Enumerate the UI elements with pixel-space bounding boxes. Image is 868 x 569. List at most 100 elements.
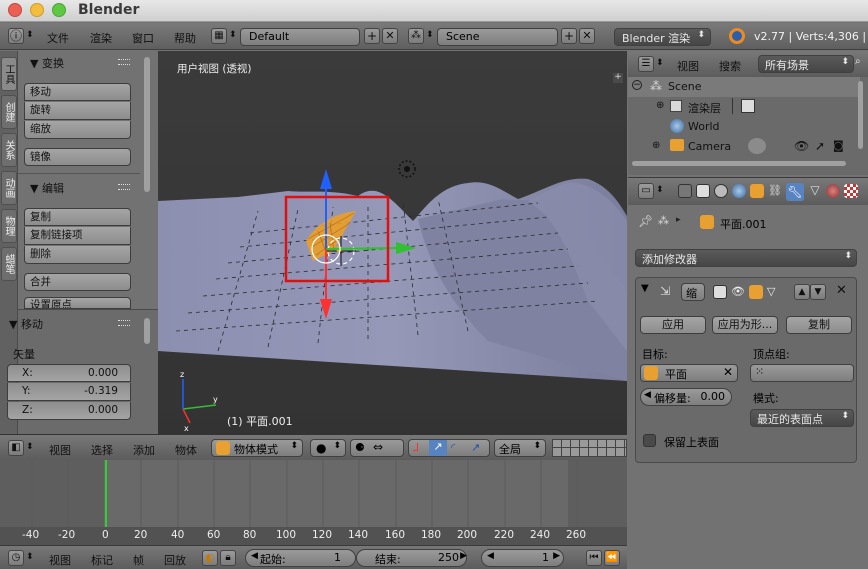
transform-orientation-select[interactable]: 全局 ⬍ bbox=[494, 439, 546, 457]
tab-relations[interactable]: 关系 bbox=[1, 133, 17, 167]
keep-above-surface-checkbox[interactable] bbox=[643, 434, 656, 447]
collapse-icon[interactable]: − bbox=[632, 80, 642, 90]
pin-icon[interactable]: 📌︎ bbox=[638, 214, 653, 228]
outliner-editor-type-button[interactable]: ☰ bbox=[638, 56, 654, 72]
tab-animation[interactable]: 动画 bbox=[1, 171, 17, 205]
layer-buttons[interactable] bbox=[552, 439, 627, 457]
start-frame-field[interactable]: ◀ 起始: 1 bbox=[245, 549, 356, 567]
duplicate-linked-button[interactable]: 复制链接项 bbox=[24, 227, 131, 245]
render-layers-tab-icon[interactable] bbox=[696, 184, 710, 198]
move-up-button[interactable]: ▲ bbox=[794, 284, 810, 300]
record-icon[interactable]: ◐ bbox=[202, 550, 218, 566]
remove-modifier-button[interactable]: ✕ bbox=[836, 283, 847, 298]
viewport-shading-select[interactable]: ● ⬍ bbox=[310, 439, 346, 457]
end-frame-field[interactable]: 结束: 250 ▶ bbox=[356, 549, 467, 567]
material-tab-icon[interactable] bbox=[826, 184, 840, 198]
expand-icon[interactable]: ⊕ bbox=[652, 140, 660, 151]
menu-select[interactable]: 选择 bbox=[91, 442, 113, 458]
modifier-wrench-icon[interactable]: 🔧︎ bbox=[786, 183, 804, 201]
display-mode-select[interactable]: 所有场景 ⬍ bbox=[758, 55, 854, 73]
constraints-tab-icon[interactable]: ⛓ bbox=[768, 184, 782, 198]
drag-handle-icon[interactable] bbox=[118, 59, 130, 65]
lock-icon[interactable]: 🔒︎ bbox=[220, 550, 236, 566]
viewport-scene[interactable]: z y x bbox=[158, 51, 627, 434]
apply-button[interactable]: 应用 bbox=[640, 316, 706, 334]
wrap-mode-select[interactable]: 最近的表面点 ⬍ bbox=[750, 409, 854, 427]
operator-panel-scrollbar[interactable] bbox=[144, 318, 150, 344]
3d-viewport[interactable]: z y x 用户视图 (透视) (1) 平面.001 + bbox=[158, 51, 627, 434]
timeline-editor-type-button[interactable]: ◷ bbox=[8, 550, 24, 566]
modifier-name-field[interactable]: 缩 bbox=[681, 283, 705, 301]
render-tab-icon[interactable] bbox=[678, 184, 692, 198]
set-origin-select[interactable]: 设置原点 bbox=[24, 297, 131, 309]
operator-panel-title[interactable]: ▼ 移动 bbox=[9, 316, 43, 332]
outliner-item-scene[interactable]: − ⁂ Scene bbox=[628, 77, 860, 97]
add-modifier-select[interactable]: 添加修改器 ⬍ bbox=[635, 249, 857, 267]
tab-grease-pencil[interactable]: 蜡笔 bbox=[1, 247, 17, 281]
move-button[interactable]: 移动 bbox=[24, 83, 131, 101]
drag-handle-icon[interactable] bbox=[118, 184, 130, 190]
add-scene-button[interactable]: + bbox=[561, 28, 577, 44]
manipulator-toggles[interactable]: ⅃ ↗ ◜ ↗ bbox=[408, 439, 490, 457]
rotate-button[interactable]: 旋转 bbox=[24, 102, 131, 120]
outliner-item-render-layers[interactable]: ⊕ 渲染层 bbox=[628, 97, 860, 117]
tab-tools[interactable]: 工具 bbox=[1, 57, 17, 91]
copy-modifier-button[interactable]: 复制 bbox=[786, 316, 852, 334]
info-editor-type-button[interactable]: ⓘ bbox=[8, 28, 24, 44]
edit-mode-toggle-icon[interactable] bbox=[749, 285, 763, 299]
duplicate-button[interactable]: 复制 bbox=[24, 208, 131, 226]
eye-icon[interactable]: 👁︎ bbox=[794, 139, 809, 153]
cursor-icon[interactable]: ➚ bbox=[815, 139, 825, 153]
menu-file[interactable]: 文件 bbox=[47, 30, 69, 46]
delete-button[interactable]: 删除 bbox=[24, 246, 131, 264]
render-camera-icon[interactable]: ◙ bbox=[833, 139, 844, 152]
scale-button[interactable]: 缩放 bbox=[24, 121, 131, 139]
screen-layout-icon[interactable]: ▦ bbox=[211, 28, 227, 44]
outliner-h-scrollbar[interactable] bbox=[632, 161, 846, 166]
jump-to-keyframe-button[interactable]: ⏪ bbox=[604, 550, 620, 566]
world-tab-icon[interactable] bbox=[732, 184, 746, 198]
menu-frame[interactable]: 帧 bbox=[133, 552, 144, 568]
join-button[interactable]: 合并 bbox=[24, 273, 131, 291]
menu-add[interactable]: 添加 bbox=[133, 442, 155, 458]
remove-scene-button[interactable]: ✕ bbox=[579, 28, 595, 44]
properties-editor-type-button[interactable]: ▭ bbox=[638, 183, 654, 199]
menu-playback[interactable]: 回放 bbox=[164, 552, 186, 568]
collapse-arrow-icon[interactable]: ▼ bbox=[641, 283, 649, 294]
scene-icon[interactable]: ⁂ bbox=[408, 28, 424, 44]
search-icon[interactable]: ⌕ bbox=[855, 56, 867, 72]
texture-tab-icon[interactable] bbox=[844, 184, 858, 198]
menu-marker[interactable]: 标记 bbox=[91, 552, 113, 568]
timeline-ruler[interactable]: -40 -20 0 20 40 60 80 100 120 140 160 18… bbox=[0, 527, 627, 545]
jump-to-start-button[interactable]: ⏮ bbox=[586, 550, 602, 566]
edit-panel-title[interactable]: ▼ 编辑 bbox=[30, 180, 64, 196]
menu-timeline-view[interactable]: 视图 bbox=[49, 552, 71, 568]
outliner-item-camera[interactable]: ⊕ Camera 👁︎ ➚ ◙ bbox=[628, 137, 860, 157]
plus-icon[interactable]: + bbox=[613, 73, 623, 83]
outliner-v-scrollbar[interactable] bbox=[858, 81, 863, 149]
drag-handle-icon[interactable] bbox=[118, 320, 130, 326]
vector-x-field[interactable]: X: 0.000 bbox=[7, 364, 131, 382]
object-tab-icon[interactable] bbox=[750, 184, 764, 198]
render-toggle-icon[interactable] bbox=[713, 285, 727, 299]
menu-window[interactable]: 窗口 bbox=[132, 30, 154, 46]
menu-view[interactable]: 视图 bbox=[49, 442, 71, 458]
menu-object[interactable]: 物体 bbox=[175, 442, 197, 458]
target-object-field[interactable]: 平面 ✕ bbox=[640, 364, 738, 382]
pivot-point-select[interactable]: ⚈ ⇔ bbox=[350, 439, 404, 457]
clear-icon[interactable]: ✕ bbox=[723, 365, 733, 379]
vertex-group-field[interactable]: ⁙ bbox=[750, 364, 854, 382]
offset-field[interactable]: ◀ 偏移量: 0.00 bbox=[640, 388, 732, 406]
tool-shelf-scrollbar[interactable] bbox=[144, 57, 150, 192]
outliner-item-world[interactable]: World bbox=[628, 117, 860, 137]
expand-icon[interactable]: ⊕ bbox=[656, 100, 664, 111]
scene-tab-icon[interactable] bbox=[714, 184, 728, 198]
scene-field[interactable]: Scene bbox=[437, 28, 558, 46]
vector-z-field[interactable]: Z: 0.000 bbox=[7, 402, 131, 420]
add-screen-button[interactable]: + bbox=[364, 28, 380, 44]
screen-layout-field[interactable]: Default bbox=[240, 28, 360, 46]
3d-view-editor-type-button[interactable]: ◧ bbox=[8, 440, 24, 456]
tab-physics[interactable]: 物理 bbox=[1, 209, 17, 243]
maximize-window-button[interactable] bbox=[52, 3, 66, 17]
mirror-button[interactable]: 镜像 bbox=[24, 148, 131, 166]
